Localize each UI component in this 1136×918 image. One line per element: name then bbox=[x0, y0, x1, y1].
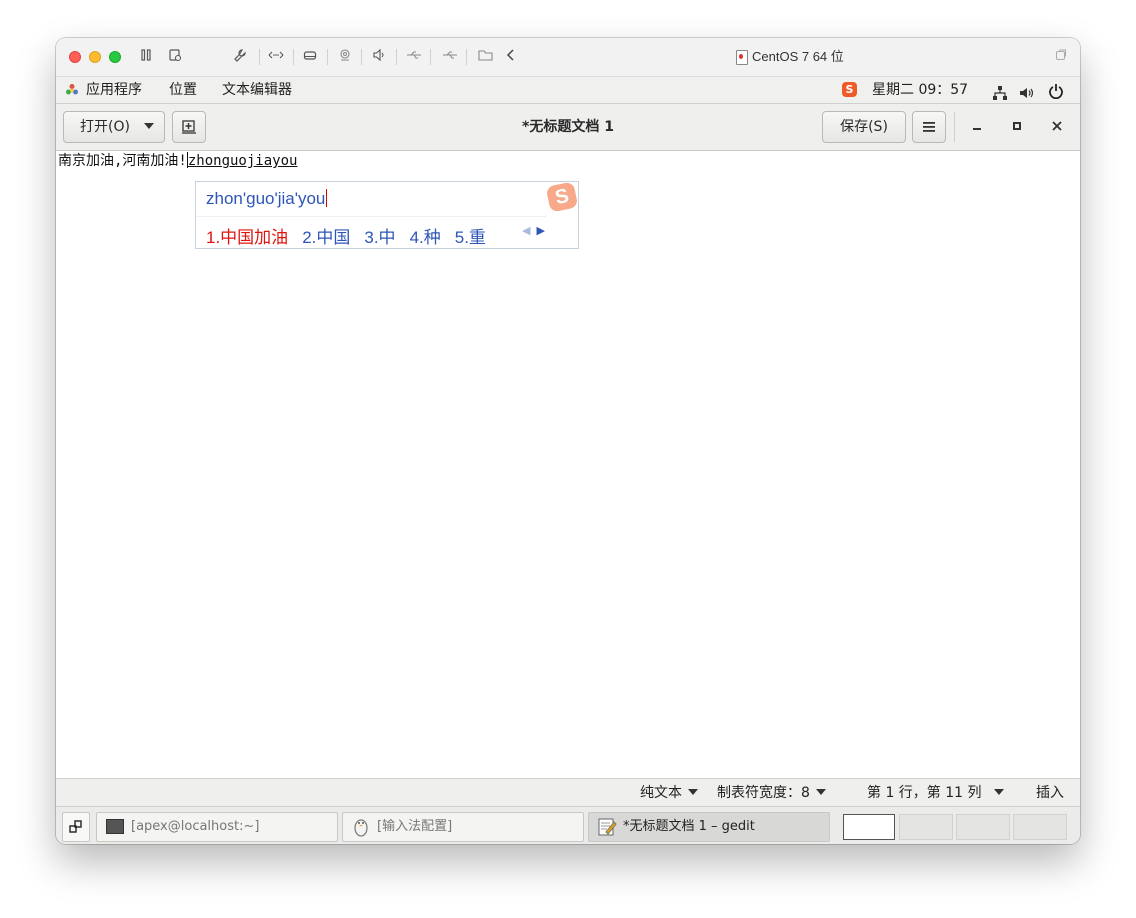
triangle-left-icon[interactable]: ◀ bbox=[522, 225, 530, 237]
tab-width-label: 制表符宽度：8 bbox=[717, 785, 810, 801]
tab-width-selector[interactable]: 制表符宽度：8 bbox=[717, 779, 826, 807]
speaker-icon[interactable] bbox=[370, 48, 388, 66]
terminal-icon bbox=[106, 819, 124, 834]
camera-icon[interactable] bbox=[336, 48, 354, 66]
applications-menu[interactable]: 应用程序 bbox=[86, 77, 142, 103]
close-window-button[interactable] bbox=[69, 51, 81, 63]
workspace-3[interactable] bbox=[956, 814, 1010, 840]
show-desktop-icon bbox=[69, 820, 82, 833]
places-menu[interactable]: 位置 bbox=[169, 77, 197, 103]
gedit-statusbar: 纯文本 制表符宽度：8 第 1 行，第 11 列 插入 bbox=[56, 778, 1080, 807]
pause-icon[interactable] bbox=[137, 48, 155, 66]
chevron-down-icon bbox=[815, 789, 826, 795]
vm-window: CentOS 7 64 位 应用程序 位置 文本编辑器 S 星期二 09：57 … bbox=[56, 38, 1080, 844]
workspace-1[interactable] bbox=[843, 814, 895, 840]
menu-button[interactable] bbox=[912, 111, 946, 143]
ime-candidate-2[interactable]: 2.中国 bbox=[302, 228, 350, 247]
ime-candidate-list: 1.中国加油 2.中国 3.中 4.种 5.重 bbox=[206, 223, 500, 248]
hard-disk-icon[interactable] bbox=[301, 48, 319, 66]
committed-text: 南京加油,河南加油! bbox=[58, 153, 187, 169]
taskbar-item-label: *无标题文档 1 – gedit bbox=[623, 819, 755, 834]
open-button[interactable]: 打开(O) bbox=[63, 111, 165, 143]
text-editor-menu[interactable]: 文本编辑器 bbox=[222, 77, 292, 103]
zoom-window-button[interactable] bbox=[109, 51, 121, 63]
power-icon[interactable] bbox=[1048, 82, 1064, 100]
gedit-headerbar: *无标题文档 1 打开(O) 保存(S) bbox=[56, 104, 1080, 151]
workspace-2[interactable] bbox=[899, 814, 953, 840]
chevron-down-icon bbox=[144, 123, 155, 129]
save-button[interactable]: 保存(S) bbox=[822, 111, 906, 143]
taskbar-item-label: [输入法配置] bbox=[377, 819, 453, 834]
mac-titlebar: CentOS 7 64 位 bbox=[56, 38, 1080, 77]
volume-icon[interactable] bbox=[1019, 83, 1035, 98]
taskbar-item-terminal[interactable]: [apex@localhost:~] bbox=[96, 812, 338, 842]
gnome-top-bar: 应用程序 位置 文本编辑器 S 星期二 09：57 bbox=[56, 77, 1080, 104]
close-icon[interactable] bbox=[1040, 111, 1074, 143]
maximize-icon[interactable] bbox=[1000, 111, 1034, 143]
network-arrows-icon[interactable] bbox=[267, 48, 285, 66]
taskbar-item-gedit[interactable]: *无标题文档 1 – gedit bbox=[588, 812, 830, 842]
show-desktop-button[interactable] bbox=[62, 812, 90, 842]
penguin-icon bbox=[354, 819, 368, 837]
language-selector[interactable]: 纯文本 bbox=[640, 779, 698, 807]
chevron-down-icon bbox=[993, 789, 1004, 795]
taskbar-item-ime-config[interactable]: [输入法配置] bbox=[342, 812, 584, 842]
usb-icon[interactable] bbox=[405, 48, 423, 66]
ime-page-arrows: ◀ ▶ bbox=[522, 224, 545, 237]
applications-icon bbox=[65, 83, 79, 97]
gnome-taskbar: [apex@localhost:~] [输入法配置] *无标题文档 1 – ge… bbox=[56, 806, 1080, 844]
text-editor-icon bbox=[598, 818, 617, 836]
preedit-text: zhonguojiayou bbox=[187, 153, 298, 169]
ime-candidate-1[interactable]: 1.中国加油 bbox=[206, 228, 288, 247]
cursor-position-label: 第 1 行，第 11 列 bbox=[867, 785, 982, 801]
cursor-position-selector[interactable]: 第 1 行，第 11 列 bbox=[867, 779, 1004, 807]
editor-line-1[interactable]: 南京加油,河南加油!zhonguojiayou bbox=[58, 151, 297, 171]
chevron-down-icon bbox=[688, 789, 698, 795]
settings-wrench-icon[interactable] bbox=[231, 48, 249, 66]
chevron-left-icon[interactable] bbox=[502, 48, 520, 66]
shared-folder-icon[interactable] bbox=[477, 48, 495, 66]
minimize-icon[interactable] bbox=[960, 111, 994, 143]
minimize-window-button[interactable] bbox=[89, 51, 101, 63]
network-icon[interactable] bbox=[992, 83, 1008, 100]
document-icon bbox=[736, 50, 748, 65]
new-document-icon bbox=[182, 120, 196, 134]
ime-candidate-5[interactable]: 5.重 bbox=[455, 228, 486, 247]
ime-composition: zhon'guo'jia'you bbox=[206, 189, 328, 209]
triangle-right-icon[interactable]: ▶ bbox=[536, 225, 544, 237]
ime-candidate-window: zhon'guo'jia'you S 1.中国加油 2.中国 3.中 4.种 5.重 ◀… bbox=[195, 181, 579, 249]
insert-mode[interactable]: 插入 bbox=[1036, 779, 1064, 807]
workspace-4[interactable] bbox=[1013, 814, 1067, 840]
vm-title: CentOS 7 64 位 bbox=[752, 49, 844, 64]
clock[interactable]: 星期二 09：57 bbox=[872, 77, 968, 103]
ime-composition-text: zhon'guo'jia'you bbox=[206, 189, 326, 208]
ime-candidate-3[interactable]: 3.中 bbox=[364, 228, 395, 247]
hamburger-icon bbox=[923, 122, 935, 132]
sogou-tray-icon[interactable]: S bbox=[842, 82, 857, 97]
language-label: 纯文本 bbox=[640, 785, 682, 801]
open-button-label: 打开(O) bbox=[80, 119, 130, 135]
ime-caret bbox=[326, 189, 328, 207]
ime-candidate-4[interactable]: 4.种 bbox=[410, 228, 441, 247]
sogou-logo-icon: S bbox=[545, 181, 579, 213]
snapshot-icon[interactable] bbox=[166, 48, 184, 66]
taskbar-item-label: [apex@localhost:~] bbox=[131, 819, 260, 834]
fullscreen-icon[interactable] bbox=[1052, 48, 1070, 66]
usb-icon-2[interactable] bbox=[441, 48, 459, 66]
new-document-button[interactable] bbox=[172, 111, 206, 143]
